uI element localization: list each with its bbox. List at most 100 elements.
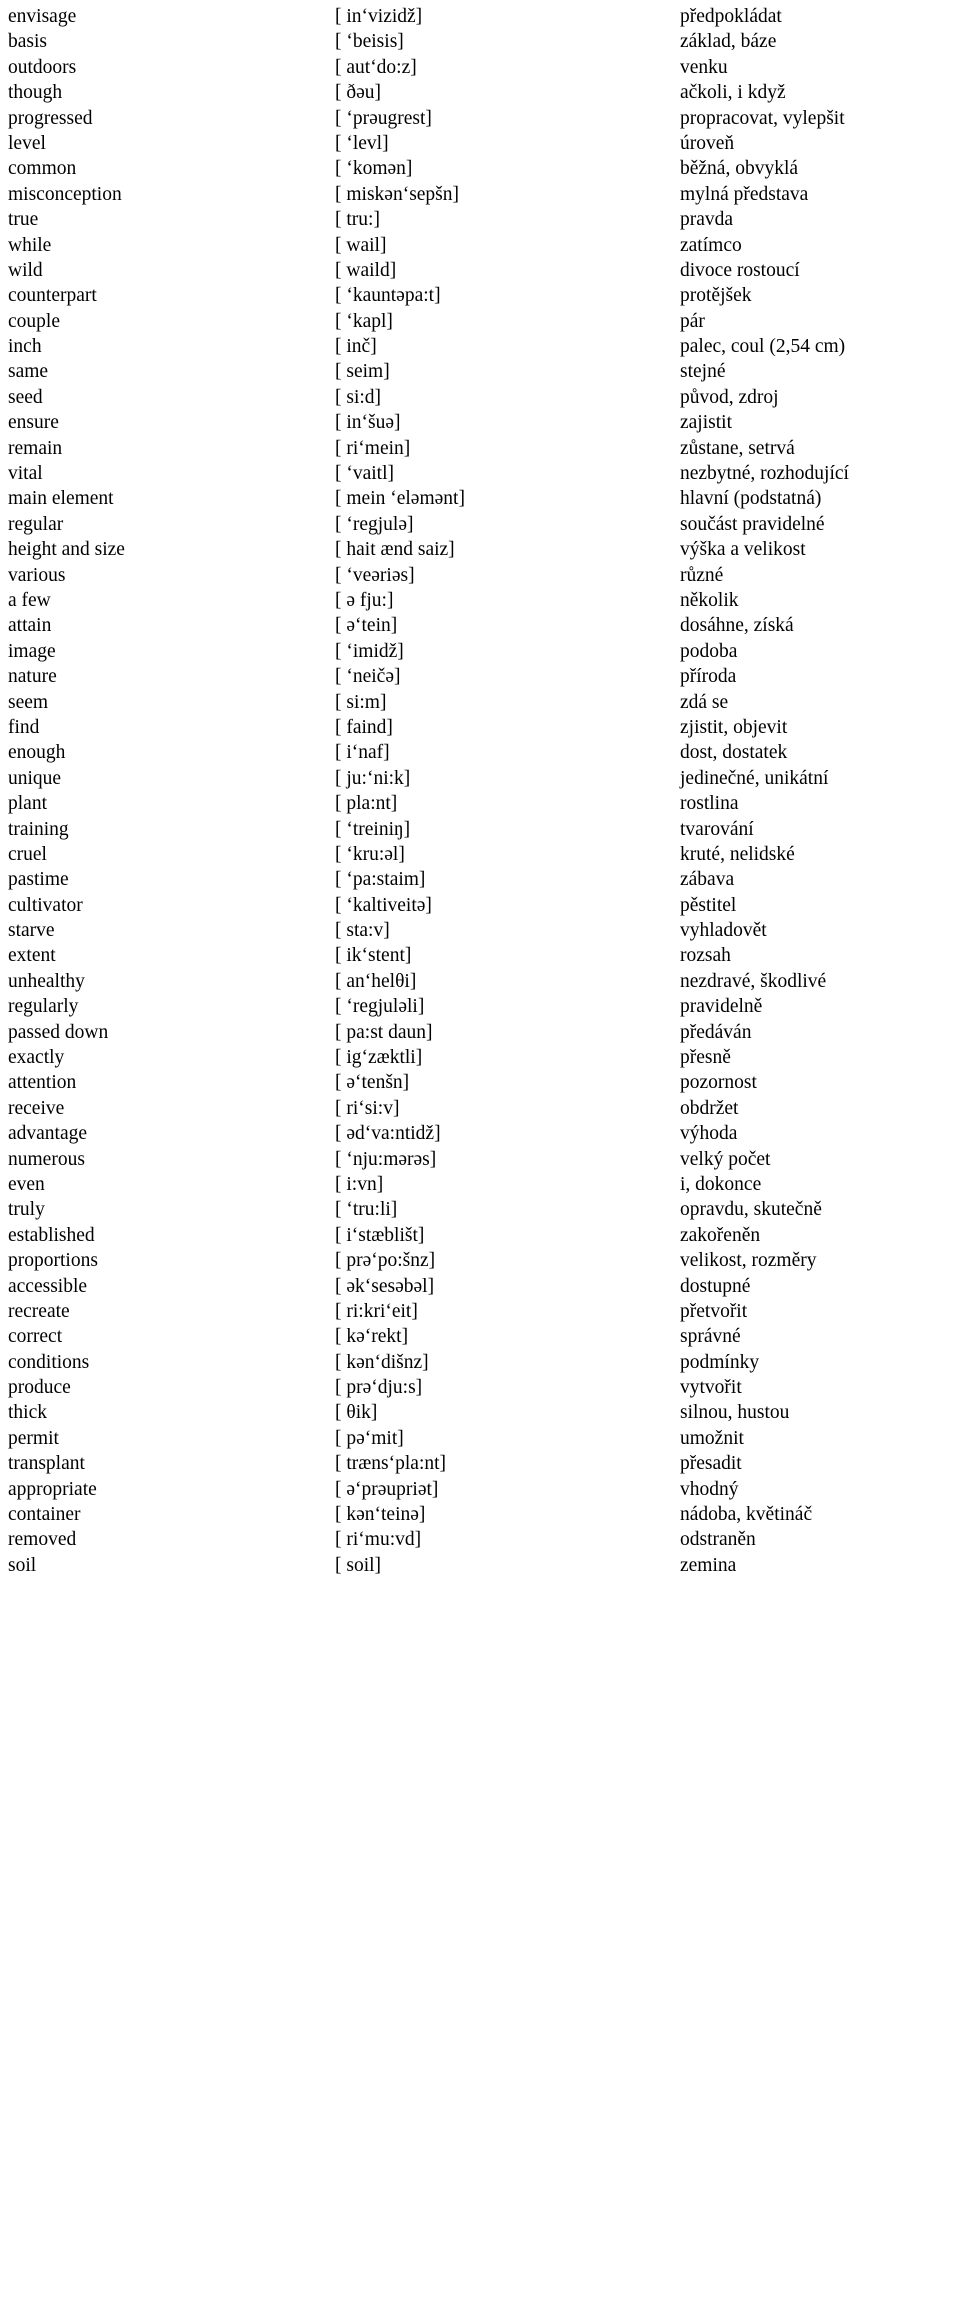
czech-translation: nezdravé, škodlivé <box>680 970 827 992</box>
vocabulary-entry: passed down [ pa:st daun] předáván <box>0 1020 960 1045</box>
english-word: receive <box>8 1097 65 1119</box>
czech-translation: velký počet <box>680 1148 771 1170</box>
czech-translation: dostupné <box>680 1275 751 1297</box>
czech-translation: rostlina <box>680 793 739 815</box>
czech-translation: pozornost <box>680 1072 757 1094</box>
czech-translation: palec, coul (2,54 cm) <box>680 336 846 358</box>
vocabulary-entry: while [ wail] zatímco <box>0 233 960 258</box>
phonetic-transcription: [ ʻkaltiveitə] <box>335 894 432 916</box>
vocabulary-entry: even [ i:vn] i, dokonce <box>0 1172 960 1197</box>
vocabulary-entry: image [ ʻimidž] podoba <box>0 639 960 664</box>
vocabulary-entry: true [ tru:] pravda <box>0 207 960 232</box>
english-word: correct <box>8 1326 63 1348</box>
czech-translation: vyhladovět <box>680 920 767 942</box>
czech-translation: dosáhne, získá <box>680 615 794 637</box>
english-word: permit <box>8 1427 59 1449</box>
czech-translation: pár <box>680 310 705 332</box>
czech-translation: podmínky <box>680 1351 760 1373</box>
vocabulary-entry: extent [ ikʻstent] rozsah <box>0 943 960 968</box>
english-word: find <box>8 716 40 738</box>
czech-translation: zajistit <box>680 412 732 434</box>
phonetic-transcription: [ əkʻsesəbəl] <box>335 1275 435 1297</box>
vocabulary-entry: cruel [ ʻkru:əl] kruté, nelidské <box>0 842 960 867</box>
phonetic-transcription: [ θik] <box>335 1402 378 1424</box>
vocabulary-entry: progressed [ ʻprəugrest] propracovat, vyle… <box>0 106 960 131</box>
phonetic-transcription: [ si:d] <box>335 386 382 408</box>
english-word: removed <box>8 1529 77 1551</box>
english-word: while <box>8 234 52 256</box>
english-word: unhealthy <box>8 970 85 992</box>
czech-translation: předáván <box>680 1021 752 1043</box>
phonetic-transcription: [ trænsʻpla:nt] <box>335 1453 447 1475</box>
vocabulary-entry: truly [ ʻtru:li] opravdu, skutečně <box>0 1197 960 1222</box>
phonetic-transcription: [ ədʻva:ntidž] <box>335 1123 441 1145</box>
vocabulary-entry: recreate [ ri:kriʻeit] přetvořit <box>0 1299 960 1324</box>
vocabulary-entry: level [ ʻlevl] úroveň <box>0 131 960 156</box>
vocabulary-entry: main element [ mein ʻeləmənt] hlavní (pods… <box>0 486 960 511</box>
vocabulary-entry: plant [ pla:nt] rostlina <box>0 791 960 816</box>
czech-translation: dost, dostatek <box>680 742 788 764</box>
english-word: height and size <box>8 539 125 561</box>
vocabulary-entry: ensure [ inʻšuə] zajistit <box>0 410 960 435</box>
phonetic-transcription: [ pəʻmit] <box>335 1427 404 1449</box>
phonetic-transcription: [ ri:kriʻeit] <box>335 1300 418 1322</box>
vocabulary-entry: soil [ soil] zemina <box>0 1553 960 1578</box>
phonetic-transcription: [ miskənʻsepšn] <box>335 183 460 205</box>
english-word: seem <box>8 691 49 713</box>
phonetic-transcription: [ ʻbeisis] <box>335 31 404 53</box>
phonetic-transcription: [ hait ænd saiz] <box>335 539 455 561</box>
english-word: true <box>8 209 39 231</box>
english-word: truly <box>8 1199 45 1221</box>
czech-translation: propracovat, vylepšit <box>680 107 845 129</box>
english-word: vital <box>8 463 43 485</box>
english-word: produce <box>8 1377 71 1399</box>
english-word: remain <box>8 437 63 459</box>
english-word: inch <box>8 336 42 358</box>
vocabulary-entry: remain [ riʻmein] zůstane, setrvá <box>0 436 960 461</box>
czech-translation: ačkoli, i když <box>680 82 786 104</box>
czech-translation: správné <box>680 1326 741 1348</box>
vocabulary-entry: height and size [ hait ænd saiz] výška a v… <box>0 537 960 562</box>
phonetic-transcription: [ ʻkauntəpa:t] <box>335 285 441 307</box>
czech-translation: zůstane, setrvá <box>680 437 795 459</box>
phonetic-transcription: [ ʻtreiniŋ] <box>335 818 411 840</box>
vocabulary-entry: appropriate [ əʻprəupriət] vhodný <box>0 1477 960 1502</box>
vocabulary-entry: training [ ʻtreiniŋ] tvarování <box>0 817 960 842</box>
vocabulary-entry: removed [ riʻmu:vd] odstraněn <box>0 1527 960 1552</box>
vocabulary-list: envisage [ inʻvizidž] předpokládat basis [ ʻ… <box>0 0 960 1578</box>
vocabulary-entry: permit [ pəʻmit] umožnit <box>0 1426 960 1451</box>
english-word: image <box>8 640 56 662</box>
english-word: seed <box>8 386 43 408</box>
czech-translation: základ, báze <box>680 31 777 53</box>
vocabulary-entry: inch [ inč] palec, coul (2,54 cm) <box>0 334 960 359</box>
english-word: container <box>8 1504 81 1526</box>
english-word: outdoors <box>8 56 77 78</box>
english-word: basis <box>8 31 47 53</box>
czech-translation: venku <box>680 56 728 78</box>
vocabulary-entry: numerous [ ʻnju:mərəs] velký počet <box>0 1147 960 1172</box>
english-word: numerous <box>8 1148 85 1170</box>
english-word: passed down <box>8 1021 109 1043</box>
english-word: various <box>8 564 66 586</box>
phonetic-transcription: [ si:m] <box>335 691 387 713</box>
phonetic-transcription: [ ʻregjuləli] <box>335 996 425 1018</box>
english-word: level <box>8 132 46 154</box>
english-word: main element <box>8 488 114 510</box>
english-word: progressed <box>8 107 93 129</box>
vocabulary-entry: couple [ ʻkapl] pár <box>0 309 960 334</box>
vocabulary-entry: a few [ ə fju:] několik <box>0 588 960 613</box>
phonetic-transcription: [ ʻprəugrest] <box>335 107 432 129</box>
vocabulary-entry: conditions [ kənʻdišnz] podmínky <box>0 1350 960 1375</box>
english-word: even <box>8 1173 45 1195</box>
vocabulary-entry: common [ ʻkomən] běžná, obvyklá <box>0 156 960 181</box>
vocabulary-entry: basis [ ʻbeisis] základ, báze <box>0 29 960 54</box>
vocabulary-entry: established [ iʻstæblišt] zakořeněn <box>0 1223 960 1248</box>
phonetic-transcription: [ autʻdo:z] <box>335 56 417 78</box>
czech-translation: umožnit <box>680 1427 744 1449</box>
english-word: a few <box>8 589 51 611</box>
phonetic-transcription: [ ʻkapl] <box>335 310 393 332</box>
english-word: couple <box>8 310 60 332</box>
czech-translation: zdá se <box>680 691 729 713</box>
vocabulary-entry: attention [ əʻtenšn] pozornost <box>0 1070 960 1095</box>
english-word: cultivator <box>8 894 83 916</box>
